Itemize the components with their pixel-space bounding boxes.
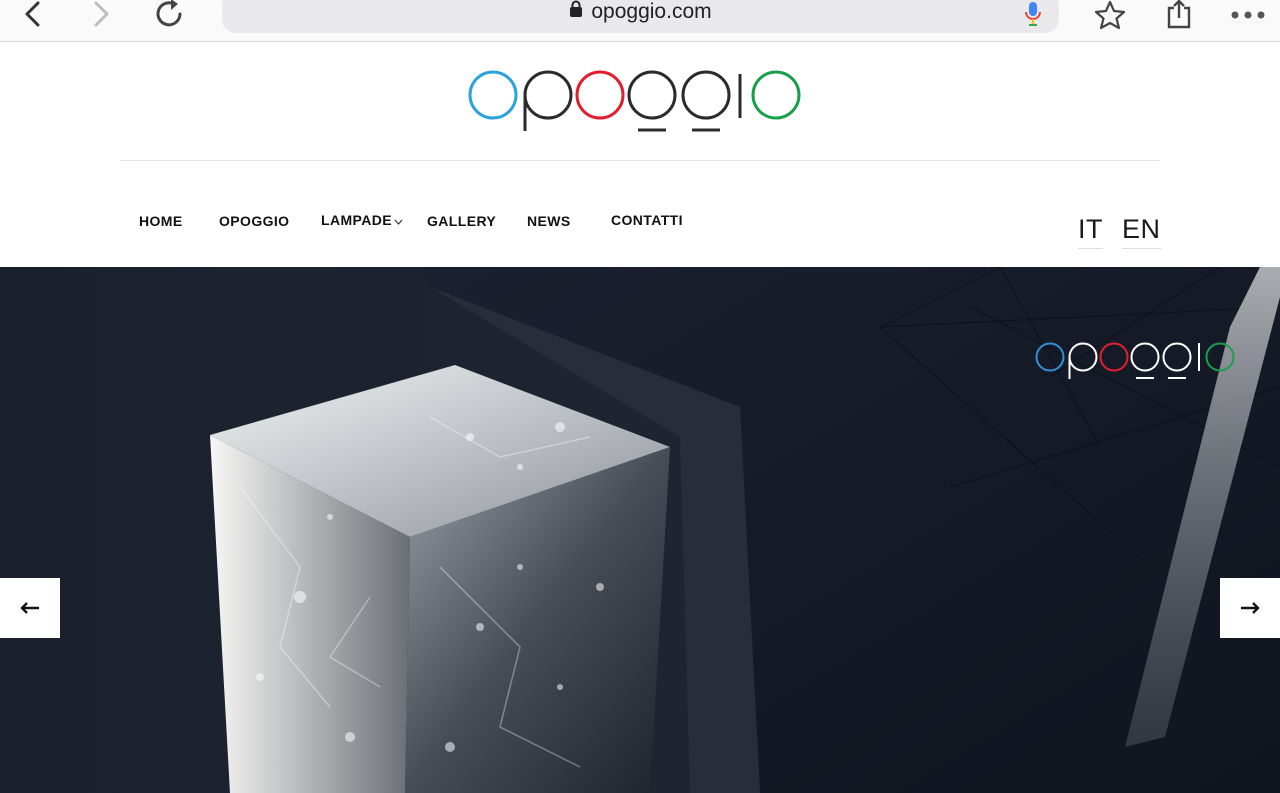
- share-icon: [1167, 0, 1191, 29]
- nav-home-label: HOME: [139, 213, 183, 229]
- nav-contatti[interactable]: CONTATTI: [611, 212, 683, 228]
- forward-button[interactable]: [86, 0, 116, 30]
- bookmark-button[interactable]: [1092, 0, 1128, 30]
- reload-button[interactable]: [153, 0, 187, 30]
- site-logo[interactable]: [466, 64, 806, 136]
- nav-opoggio-label: OPOGGIO: [219, 213, 290, 229]
- nav-lampade[interactable]: LAMPADE: [321, 212, 403, 229]
- back-button[interactable]: [18, 0, 48, 30]
- browser-toolbar: opoggio.com: [0, 0, 1280, 42]
- nav-gallery-label: GALLERY: [427, 213, 497, 229]
- lang-en[interactable]: EN: [1122, 214, 1161, 249]
- nav-opoggio[interactable]: OPOGGIO: [219, 213, 289, 229]
- header-divider: [120, 160, 1160, 161]
- more-dots-icon: [1231, 11, 1265, 19]
- nav-lampade-label: LAMPADE: [321, 212, 392, 228]
- nav-news-label: NEWS: [527, 213, 571, 229]
- lang-it[interactable]: IT: [1078, 214, 1103, 249]
- slider-prev-button[interactable]: [0, 578, 60, 638]
- url-text: opoggio.com: [591, 0, 712, 23]
- lock-icon: [569, 0, 583, 24]
- arrow-left-icon: [20, 602, 39, 614]
- nav-gallery[interactable]: GALLERY: [427, 213, 496, 229]
- mic-icon[interactable]: [1025, 2, 1041, 33]
- nav-contatti-label: CONTATTI: [611, 212, 683, 228]
- reload-icon: [156, 0, 182, 27]
- chevron-down-icon: [394, 213, 403, 229]
- arrow-right-icon: [1241, 602, 1260, 614]
- url-display: opoggio.com: [222, 0, 1059, 24]
- nav-news[interactable]: NEWS: [527, 213, 571, 229]
- url-field[interactable]: opoggio.com: [222, 0, 1059, 33]
- nav-home[interactable]: HOME: [139, 213, 183, 229]
- star-icon: [1094, 0, 1126, 30]
- more-button[interactable]: [1228, 0, 1268, 30]
- chevron-left-icon: [25, 1, 40, 27]
- chevron-right-icon: [94, 1, 109, 27]
- share-button[interactable]: [1162, 0, 1196, 30]
- slider-next-button[interactable]: [1220, 578, 1280, 638]
- hero-overlay-logo: [1034, 338, 1236, 387]
